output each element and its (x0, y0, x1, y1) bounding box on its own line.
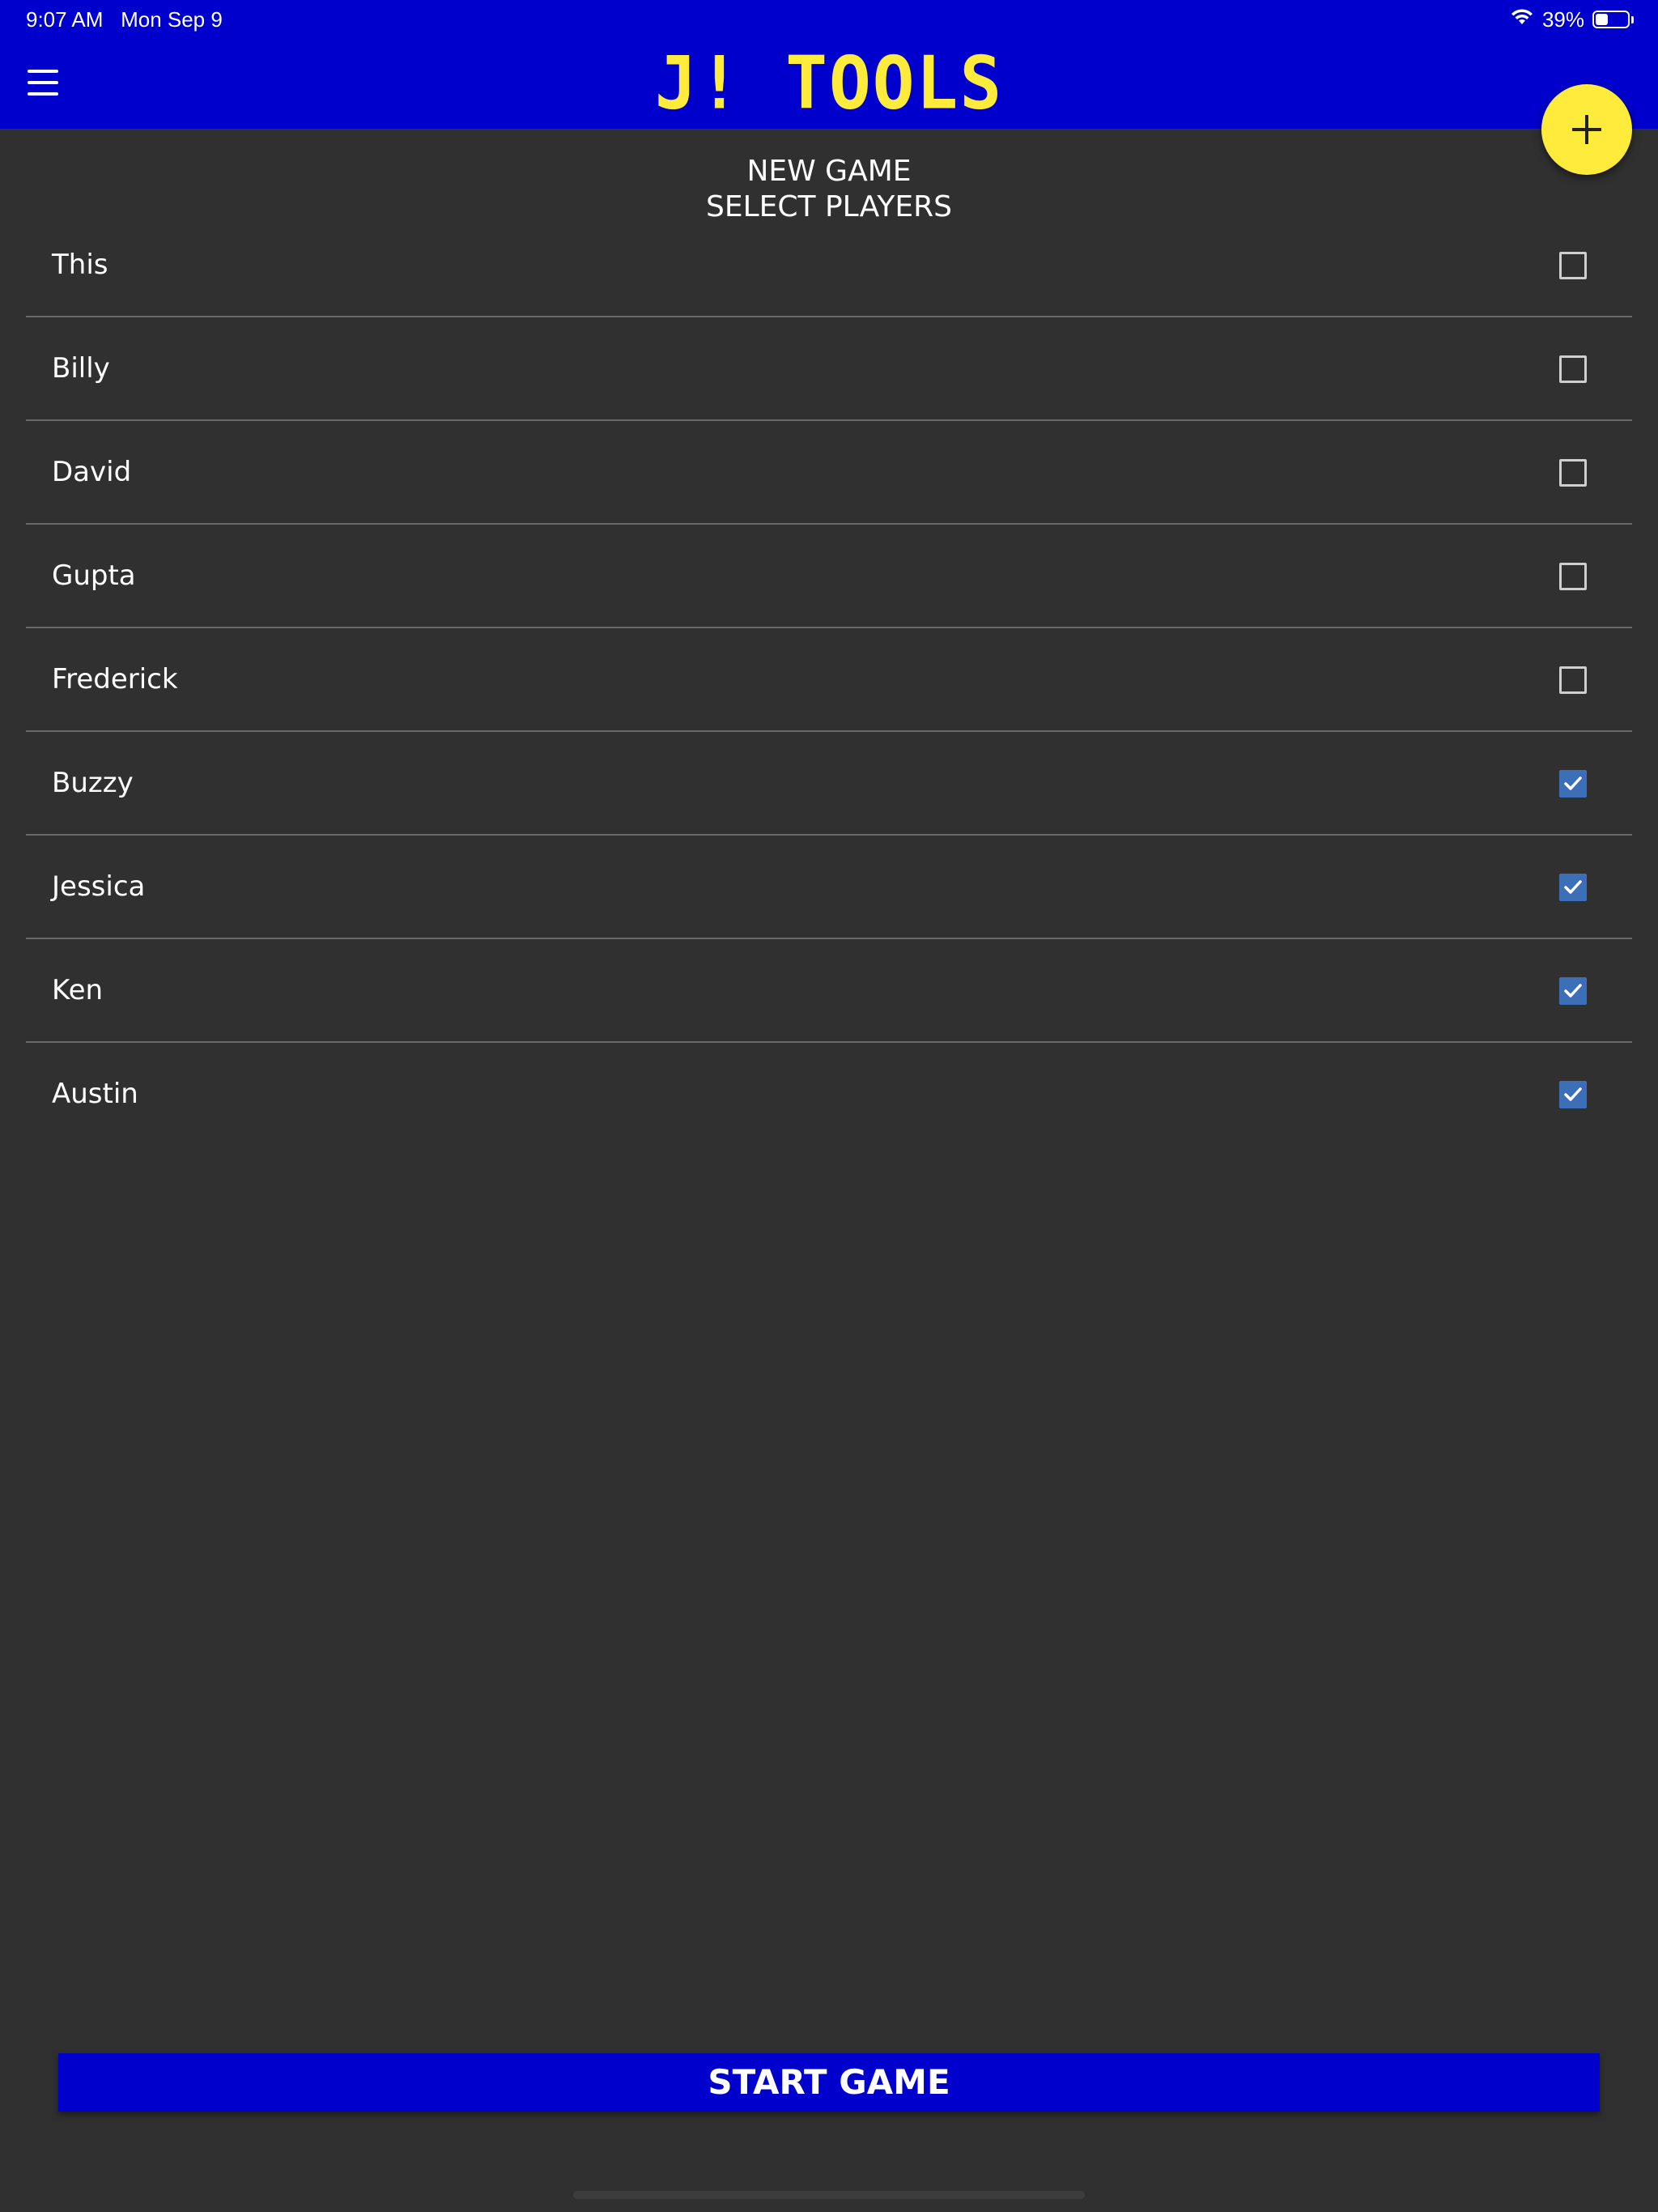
checkmark-icon (1564, 984, 1582, 998)
status-time: 9:07 AM (26, 7, 104, 32)
home-indicator (573, 2191, 1085, 2199)
battery-cap (1631, 15, 1634, 23)
player-name: David (52, 456, 132, 488)
player-name: Gupta (52, 559, 136, 592)
battery-icon (1592, 11, 1630, 28)
player-name: Buzzy (52, 767, 134, 799)
player-name: Frederick (52, 663, 178, 696)
checkbox-unchecked[interactable] (1559, 666, 1587, 694)
checkbox-unchecked[interactable] (1559, 252, 1587, 279)
checkbox-unchecked[interactable] (1559, 355, 1587, 383)
battery-level (1596, 14, 1608, 25)
player-row[interactable]: Billy (26, 317, 1632, 421)
player-name: Billy (52, 352, 110, 385)
checkbox-checked[interactable] (1559, 770, 1587, 798)
status-time-date: 9:07 AM Mon Sep 9 (26, 5, 223, 34)
wifi-icon (1510, 7, 1534, 32)
checkbox-unchecked[interactable] (1559, 563, 1587, 590)
app-screen: 9:07 AM Mon Sep 9 39% J! TOOLS NEW GAME … (0, 0, 1658, 2212)
player-row[interactable]: David (26, 421, 1632, 525)
status-indicators: 39% (1510, 5, 1634, 34)
checkbox-checked[interactable] (1559, 1081, 1587, 1108)
player-name: Ken (52, 974, 104, 1006)
player-row[interactable]: Buzzy (26, 732, 1632, 836)
checkmark-icon (1564, 1087, 1582, 1101)
app-header: 9:07 AM Mon Sep 9 39% J! TOOLS (0, 0, 1658, 129)
checkbox-unchecked[interactable] (1559, 459, 1587, 487)
checkbox-checked[interactable] (1559, 977, 1587, 1005)
app-logo: J! TOOLS (654, 40, 1004, 126)
checkmark-icon (1564, 776, 1582, 790)
status-date: Mon Sep 9 (121, 7, 223, 32)
player-name: This (52, 249, 108, 281)
player-row[interactable]: Austin (26, 1043, 1632, 1146)
player-row[interactable]: Jessica (26, 836, 1632, 939)
player-row[interactable]: Gupta (26, 525, 1632, 628)
battery-percent: 39% (1541, 6, 1584, 32)
checkbox-checked[interactable] (1559, 874, 1587, 901)
checkmark-icon (1564, 880, 1582, 894)
player-name: Jessica (52, 870, 146, 903)
player-row[interactable]: Ken (26, 939, 1632, 1043)
player-list: This Billy David Gupta Frederick Buzzy Jessica… (26, 214, 1632, 1146)
player-name: Austin (52, 1078, 138, 1110)
player-row[interactable]: Frederick (26, 628, 1632, 732)
player-row[interactable]: This (26, 214, 1632, 317)
start-game-button[interactable]: START GAME (58, 2053, 1600, 2112)
page-title-line1: NEW GAME (746, 155, 912, 188)
plus-icon (1572, 115, 1601, 144)
